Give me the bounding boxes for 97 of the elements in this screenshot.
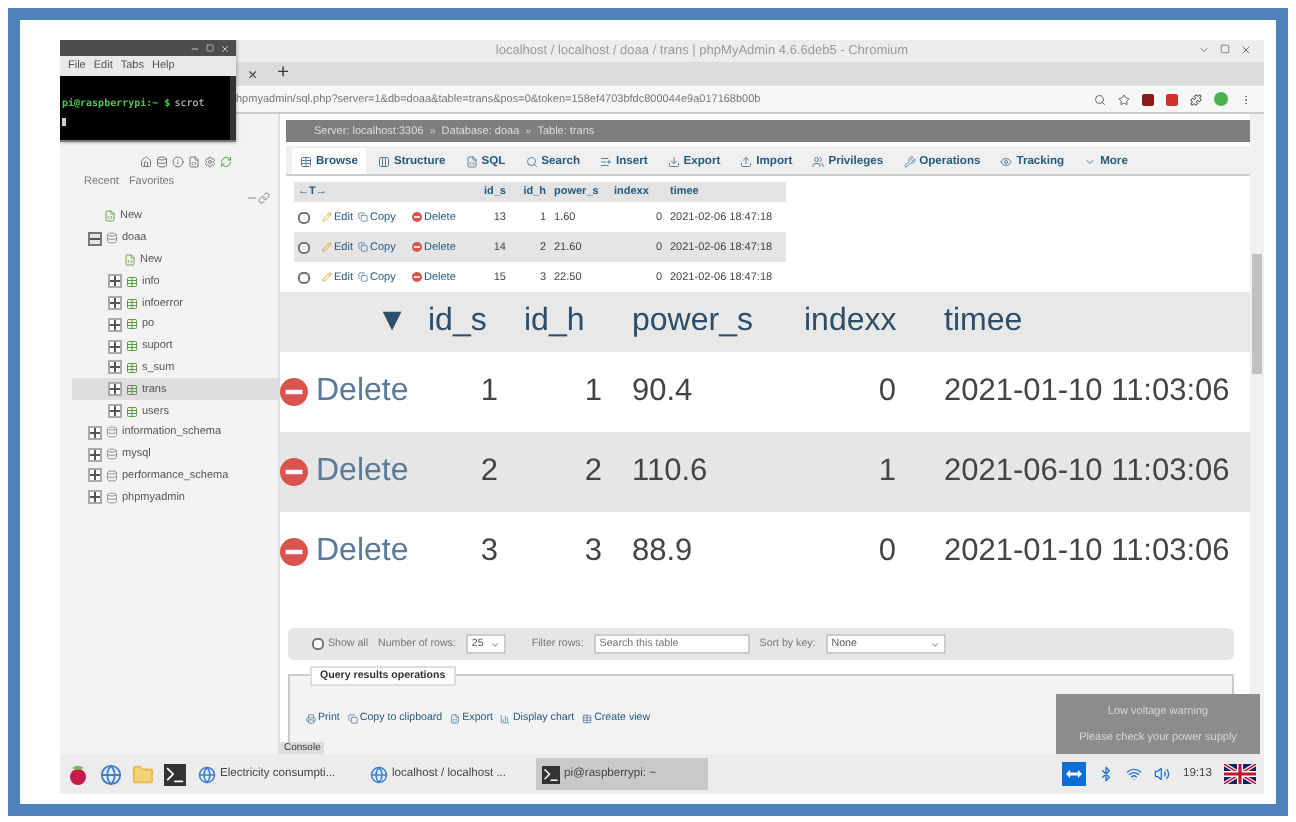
caret-icon <box>929 639 940 649</box>
database-icon <box>106 232 118 245</box>
link-icon[interactable] <box>258 192 270 204</box>
expand-icon[interactable] <box>88 425 102 440</box>
table-icon <box>126 340 138 353</box>
new-item-icon <box>124 253 136 266</box>
table-cell: 1 <box>776 432 908 512</box>
table-cell: 2021-06-10 11:03:06 <box>908 432 1250 512</box>
expand-icon[interactable] <box>88 468 102 483</box>
flag-icon[interactable] <box>1224 764 1256 784</box>
column-header[interactable]: power_s <box>608 292 776 352</box>
wrench-icon <box>903 155 916 167</box>
search-icon <box>525 155 538 167</box>
table-icon <box>126 275 138 288</box>
table-icon <box>126 405 138 418</box>
expand-icon[interactable] <box>108 296 122 311</box>
expand-icon[interactable] <box>108 317 122 332</box>
pencil-icon <box>322 212 332 222</box>
bar-chart-icon <box>500 713 511 723</box>
download-icon <box>667 155 680 167</box>
star-icon[interactable] <box>1118 93 1130 105</box>
database-icon <box>106 448 118 461</box>
row-checkbox[interactable] <box>298 241 310 253</box>
scrollbar-thumb[interactable] <box>1252 254 1262 374</box>
sort-caret[interactable]: ▼ <box>280 292 420 352</box>
remote-control-icon[interactable] <box>1062 762 1087 786</box>
caret-icon <box>1084 155 1097 167</box>
column-header[interactable]: timee <box>908 292 1250 352</box>
column-header[interactable]: id_s <box>420 292 504 352</box>
volume-icon[interactable] <box>1154 766 1171 782</box>
pencil-icon <box>322 272 332 282</box>
list-plus-icon <box>600 155 612 167</box>
puzzle-icon[interactable] <box>1190 93 1202 105</box>
database-icon <box>106 491 118 504</box>
copy-icon <box>358 212 368 222</box>
info-icon[interactable] <box>172 156 184 168</box>
upload-icon <box>740 155 753 167</box>
eye-icon <box>1000 155 1013 167</box>
terminal-icon[interactable] <box>163 763 185 785</box>
copy-icon <box>347 713 358 723</box>
table-cell: 2 <box>420 432 504 512</box>
browser-icon <box>198 765 216 783</box>
expand-icon[interactable] <box>108 360 122 375</box>
terminal-cursor <box>62 118 66 126</box>
tab-close-button[interactable]: × <box>248 65 258 83</box>
zoom-icon[interactable] <box>1094 93 1106 105</box>
collapse-icon[interactable] <box>88 231 102 246</box>
bluetooth-icon[interactable] <box>1098 766 1115 782</box>
browser-icon <box>370 765 388 783</box>
database-icon <box>106 469 118 482</box>
document-icon[interactable] <box>188 156 200 168</box>
table-icon <box>582 713 593 723</box>
minimize-icon[interactable] <box>190 43 200 53</box>
database-icon[interactable] <box>156 156 168 168</box>
delete-link[interactable]: Delete <box>280 534 409 570</box>
table-icon <box>126 297 138 310</box>
table-icon <box>126 383 138 396</box>
new-item-icon <box>104 210 116 223</box>
column-header[interactable]: indexx <box>776 292 908 352</box>
delete-link[interactable]: Delete <box>280 374 409 410</box>
close-icon[interactable] <box>1240 44 1252 56</box>
new-tab-button[interactable]: + <box>277 64 290 84</box>
caret-icon <box>489 639 500 649</box>
columns-icon <box>377 155 390 167</box>
expand-icon[interactable] <box>108 339 122 354</box>
table-cell: 2 <box>504 432 608 512</box>
copy-icon <box>358 272 368 282</box>
document-icon <box>465 155 478 167</box>
show-all-checkbox[interactable] <box>312 638 324 650</box>
home-icon[interactable] <box>140 156 152 168</box>
reload-icon[interactable] <box>220 156 232 168</box>
table-icon <box>126 361 138 374</box>
row-checkbox[interactable] <box>298 211 310 223</box>
expand-icon[interactable] <box>108 382 122 397</box>
table-cell: 110.6 <box>608 432 776 512</box>
terminal-icon <box>542 765 560 783</box>
expand-icon[interactable] <box>88 490 102 505</box>
pencil-icon <box>322 242 332 252</box>
expand-icon[interactable] <box>88 447 102 462</box>
raspberry-icon[interactable] <box>68 763 88 785</box>
profile-avatar[interactable] <box>1214 92 1228 106</box>
expand-icon[interactable] <box>108 404 122 419</box>
printer-icon <box>306 713 316 723</box>
expand-icon[interactable] <box>108 274 122 289</box>
table-icon <box>126 318 138 331</box>
globe-icon[interactable] <box>99 763 121 785</box>
wifi-icon[interactable] <box>1126 766 1143 782</box>
table-icon <box>300 155 312 167</box>
column-header[interactable]: id_h <box>504 292 608 352</box>
users-icon <box>812 155 825 167</box>
delete-icon <box>412 242 422 252</box>
gear-icon[interactable] <box>204 156 216 168</box>
copy-icon <box>358 242 368 252</box>
database-icon <box>106 426 118 439</box>
spreadsheet-icon <box>450 713 461 723</box>
extension-icon[interactable] <box>1142 93 1154 105</box>
row-checkbox[interactable] <box>298 271 310 283</box>
